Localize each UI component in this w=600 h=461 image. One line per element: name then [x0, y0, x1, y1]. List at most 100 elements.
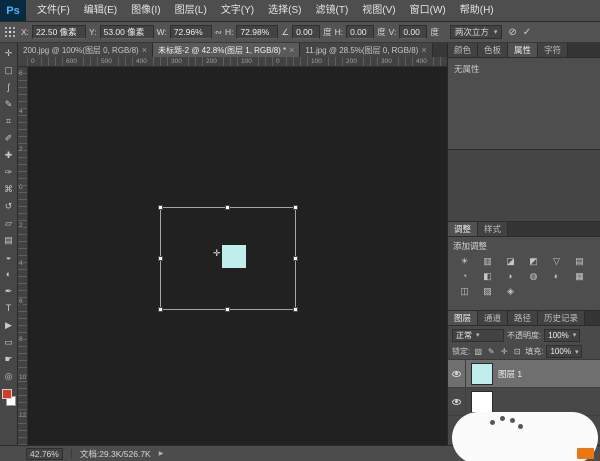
zoom-tool[interactable]: ◎ [0, 368, 18, 385]
layer-visibility-toggle[interactable] [448, 388, 466, 415]
color-balance-icon[interactable]: ◔ [453, 269, 476, 284]
pasted-layer-object[interactable] [222, 245, 246, 268]
history-brush-tool[interactable]: ↺ [0, 198, 18, 215]
interpolation-select[interactable]: 两次立方 ▾ [450, 25, 503, 39]
invert-icon[interactable]: ◐ [545, 269, 568, 284]
blend-mode-select[interactable]: 正常 ▾ [452, 329, 504, 342]
curves-icon[interactable]: ◪ [499, 254, 522, 269]
doc-tab-untitled-2[interactable]: 未标题-2 @ 42.8%(图层 1, RGB/8) * × [153, 43, 300, 57]
posterize-icon[interactable]: ▦ [568, 269, 591, 284]
menu-item-file[interactable]: 文件(F) [30, 0, 77, 21]
lock-pixels-icon[interactable]: ✎ [486, 347, 496, 356]
transform-handle-bottom-left[interactable] [158, 307, 163, 312]
photo-filter-icon[interactable]: ◗ [499, 269, 522, 284]
y-input[interactable]: 53.00 像素 [100, 25, 154, 39]
black-white-icon[interactable]: ◧ [476, 269, 499, 284]
channel-mixer-icon[interactable]: ◍ [522, 269, 545, 284]
canvas[interactable]: ✛ [28, 67, 447, 445]
blur-tool[interactable]: ◒ [0, 249, 18, 266]
angle-input[interactable]: 0.00 [292, 25, 320, 39]
close-icon[interactable]: × [289, 45, 294, 55]
doc-tab-200jpg[interactable]: 200.jpg @ 100%(图层 0, RGB/8) × [18, 43, 153, 57]
dodge-tool[interactable]: ◐ [0, 266, 18, 283]
menu-item-window[interactable]: 窗口(W) [403, 0, 453, 21]
skew-v-input[interactable]: 0.00 [399, 25, 427, 39]
move-tool[interactable]: ✛ [0, 45, 18, 62]
lock-position-icon[interactable]: ✛ [499, 347, 509, 356]
layer-visibility-toggle[interactable] [448, 360, 466, 387]
menu-item-help[interactable]: 帮助(H) [453, 0, 501, 21]
close-icon[interactable]: × [142, 45, 147, 55]
lasso-tool[interactable]: ʃ [0, 79, 18, 96]
gradient-map-icon[interactable]: ▨ [476, 284, 499, 299]
vibrance-icon[interactable]: ▽ [545, 254, 568, 269]
eyedropper-tool[interactable]: ✐ [0, 130, 18, 147]
transform-handle-middle-right[interactable] [293, 256, 298, 261]
menu-item-view[interactable]: 视图(V) [355, 0, 402, 21]
doc-tab-11jpg[interactable]: 11.jpg @ 28.5%(图层 0, RGB/8) × [300, 43, 432, 57]
menu-item-select[interactable]: 选择(S) [261, 0, 308, 21]
menu-item-type[interactable]: 文字(Y) [214, 0, 261, 21]
commit-transform-button[interactable]: ✓ [523, 27, 531, 38]
transform-handle-bottom-right[interactable] [293, 307, 298, 312]
crop-tool[interactable]: ⌗ [0, 113, 18, 130]
foreground-color-swatch[interactable] [2, 389, 12, 399]
transform-handle-top-left[interactable] [158, 205, 163, 210]
rectangle-tool[interactable]: ▭ [0, 334, 18, 351]
close-icon[interactable]: × [421, 45, 426, 55]
menu-item-layer[interactable]: 图层(L) [168, 0, 214, 21]
tab-properties[interactable]: 属性 [508, 43, 538, 57]
eraser-tool[interactable]: ▱ [0, 215, 18, 232]
transform-handle-middle-left[interactable] [158, 256, 163, 261]
path-selection-tool[interactable]: ▶ [0, 317, 18, 334]
horizontal-ruler[interactable]: 0 600 500 400 300 200 100 0 100 200 300 … [28, 57, 447, 67]
transform-handle-top-center[interactable] [225, 205, 230, 210]
healing-brush-tool[interactable]: ✚ [0, 147, 18, 164]
tab-paths[interactable]: 路径 [508, 311, 538, 325]
menu-item-image[interactable]: 图像(I) [124, 0, 167, 21]
threshold-icon[interactable]: ◫ [453, 284, 476, 299]
reference-point-icon[interactable] [4, 26, 16, 38]
status-menu-arrow-icon[interactable]: ▶ [159, 450, 164, 457]
gradient-tool[interactable]: ▤ [0, 232, 18, 249]
link-dimensions-icon[interactable]: ∾ [215, 27, 222, 38]
tab-swatches[interactable]: 色板 [478, 43, 508, 57]
marquee-tool[interactable]: ▢ [0, 62, 18, 79]
lock-transparency-icon[interactable]: ▨ [473, 347, 483, 356]
x-input[interactable]: 22.50 像素 [32, 25, 86, 39]
brush-tool[interactable]: ✑ [0, 164, 18, 181]
tab-adjustments[interactable]: 调整 [448, 222, 478, 236]
height-input[interactable]: 72.98% [236, 25, 278, 39]
clone-stamp-tool[interactable]: ⌘ [0, 181, 18, 198]
exposure-icon[interactable]: ◩ [522, 254, 545, 269]
vertical-ruler[interactable]: 6 4 2 0 2 4 6 8 10 12 [18, 67, 28, 445]
transform-handle-top-right[interactable] [293, 205, 298, 210]
tab-history[interactable]: 历史记录 [538, 311, 585, 325]
layer-thumbnail[interactable] [471, 363, 493, 385]
brightness-contrast-icon[interactable]: ☀ [453, 254, 476, 269]
tab-character[interactable]: 字符 [538, 43, 568, 57]
selective-color-icon[interactable]: ◈ [499, 284, 522, 299]
pen-tool[interactable]: ✒ [0, 283, 18, 300]
levels-icon[interactable]: ▥ [476, 254, 499, 269]
fill-select[interactable]: 100% ▾ [546, 345, 582, 358]
layer-row-layer-1[interactable]: 图层 1 [448, 360, 600, 388]
tab-channels[interactable]: 通道 [478, 311, 508, 325]
transform-handle-bottom-center[interactable] [225, 307, 230, 312]
layer-thumbnail[interactable] [471, 391, 493, 413]
menu-item-filter[interactable]: 滤镜(T) [309, 0, 356, 21]
opacity-select[interactable]: 100% ▾ [544, 329, 580, 342]
menu-item-edit[interactable]: 编辑(E) [77, 0, 124, 21]
tab-layers[interactable]: 图层 [448, 311, 478, 325]
type-tool[interactable]: T [0, 300, 18, 317]
lock-all-icon[interactable]: ⊡ [512, 347, 522, 356]
skew-h-input[interactable]: 0.00 [346, 25, 374, 39]
cancel-transform-button[interactable]: ⊘ [508, 27, 516, 38]
hand-tool[interactable]: ☛ [0, 351, 18, 368]
zoom-level-field[interactable]: 42.76% [26, 448, 63, 460]
hue-saturation-icon[interactable]: ▤ [568, 254, 591, 269]
width-input[interactable]: 72.96% [170, 25, 212, 39]
tab-styles[interactable]: 样式 [478, 222, 508, 236]
tab-color[interactable]: 颜色 [448, 43, 478, 57]
quick-selection-tool[interactable]: ✎ [0, 96, 18, 113]
